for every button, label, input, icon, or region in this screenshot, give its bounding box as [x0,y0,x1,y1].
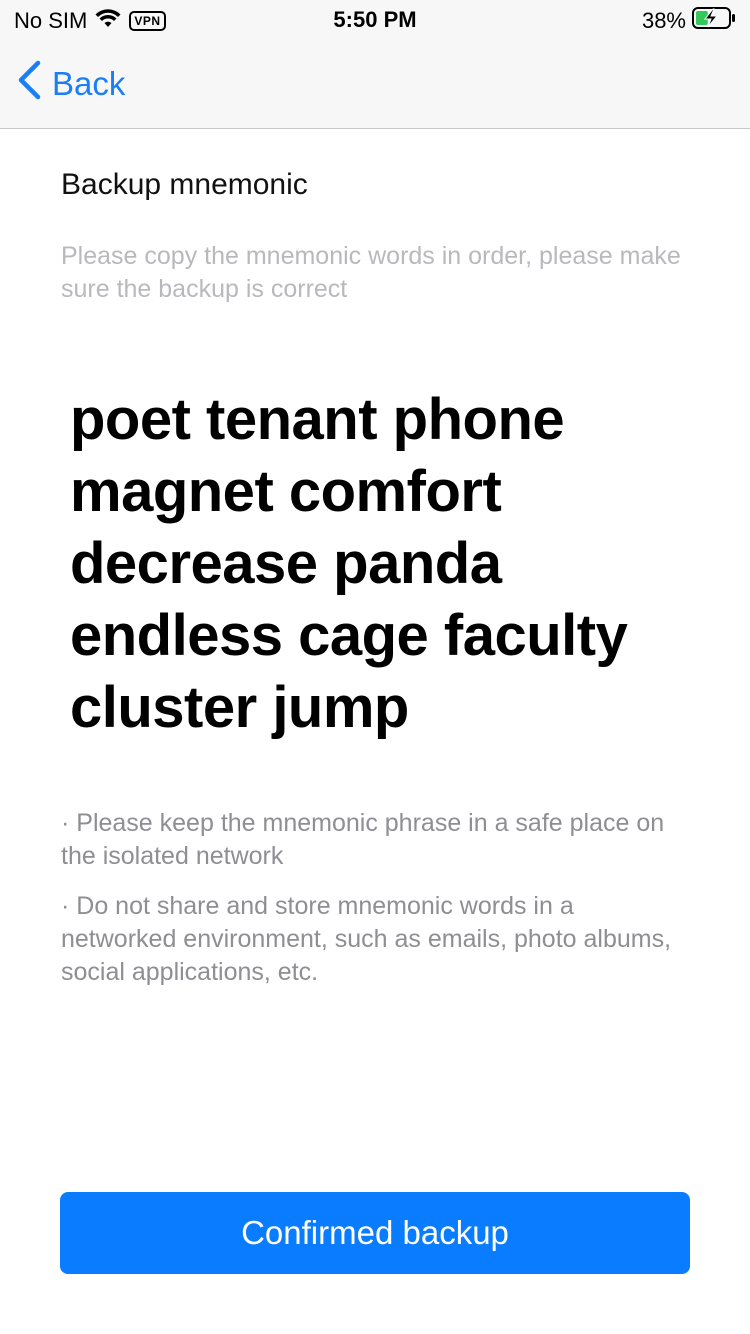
battery-percent: 38% [641,8,686,33]
navigation-bar: Back [0,40,750,129]
page-title: Backup mnemonic [61,168,308,201]
safety-note: · Please keep the mnemonic phrase in a s… [61,809,665,870]
confirm-backup-button[interactable]: Confirmed backup [60,1192,690,1274]
mnemonic-phrase: poet tenant phone magnet comfort decreas… [70,387,628,740]
back-label: Back [52,65,126,102]
screen: No SIM VPN 5:50 PM 38% Back Backup mnemo… [0,0,750,1334]
status-bar: No SIM VPN 5:50 PM 38% [0,0,750,40]
status-time: 5:50 PM [333,7,417,32]
instruction-text: Please copy the mnemonic words in order,… [61,242,681,303]
chevron-left-icon [16,60,42,108]
back-button[interactable]: Back [16,60,126,108]
battery-charging-icon [692,7,736,35]
status-right: 38% [642,7,736,35]
safety-note: · Do not share and store mnemonic words … [61,892,672,986]
